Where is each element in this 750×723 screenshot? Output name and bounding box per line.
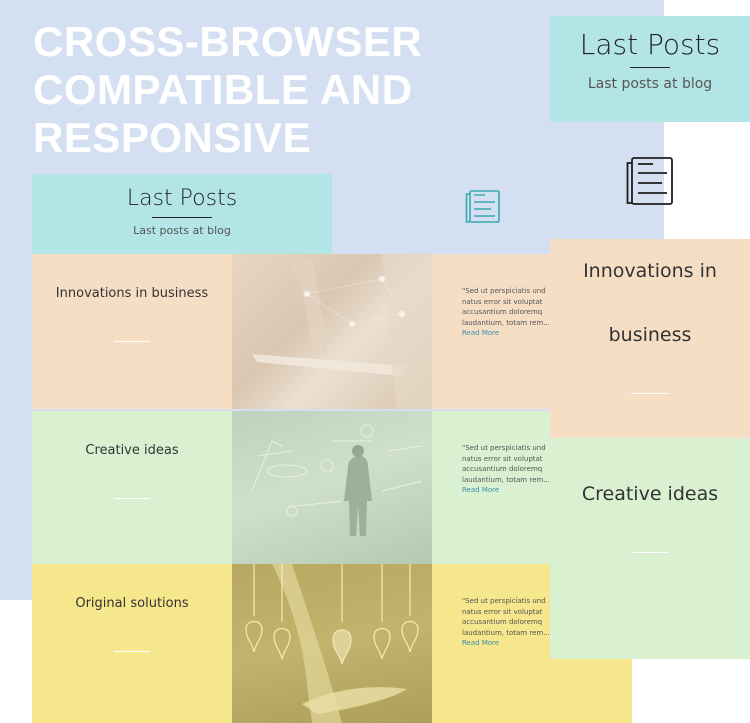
post-row: Creative ideas "Sed ut perspiciatis und …	[32, 411, 632, 566]
post-title-cell: Original solutions	[32, 564, 232, 723]
post-image-hand-tablet[interactable]	[232, 254, 432, 409]
mobile-post-title-line: Innovations in	[583, 260, 717, 282]
hero-line-1: CROSS-BROWSER	[33, 18, 423, 65]
post-excerpt-line: natus error sit voluptat	[462, 607, 543, 616]
post-excerpt-line: laudantium, totam rem...	[462, 318, 550, 327]
post-excerpt-line: "Sed ut perspiciatis und	[462, 597, 546, 605]
mobile-blog-subtitle: Last posts at blog	[587, 76, 713, 92]
hero-title: CROSS-BROWSER COMPATIBLE AND RESPONSIVE	[33, 18, 453, 162]
mobile-post-title: Creative ideas	[581, 483, 719, 505]
mobile-post-card[interactable]: Creative ideas	[550, 438, 750, 659]
post-image-hand-lightbulbs[interactable]	[232, 564, 432, 723]
mobile-blog-header: Last Posts Last posts at blog	[550, 16, 750, 122]
desktop-blog-title: Last Posts	[126, 186, 238, 211]
post-title[interactable]: Original solutions	[32, 596, 232, 611]
post-excerpt-line: "Sed ut perspiciatis und	[462, 287, 546, 295]
post-divider	[114, 498, 150, 499]
mobile-blog-title: Last Posts	[579, 28, 721, 61]
title-divider	[152, 217, 212, 218]
post-excerpt-line: natus error sit voluptat	[462, 297, 543, 306]
hero-line-3: RESPONSIVE	[33, 114, 312, 161]
post-divider	[631, 552, 669, 553]
man-chalkboard-illustration	[251, 424, 423, 536]
newspaper-icon	[626, 157, 673, 205]
post-excerpt-line: "Sed ut perspiciatis und	[462, 444, 546, 452]
post-excerpt-line: natus error sit voluptat	[462, 454, 543, 463]
post-excerpt-line: accusantium doloremq	[462, 618, 543, 626]
post-title[interactable]: Innovations in business	[32, 286, 232, 301]
post-title-cell: Innovations in business	[32, 254, 232, 409]
post-excerpt-line: accusantium doloremq	[462, 308, 543, 316]
lightbulbs-illustration	[245, 564, 419, 723]
hand-tablet-illustration	[252, 254, 432, 409]
mobile-post-title-line: business	[608, 324, 692, 346]
post-divider	[114, 341, 150, 342]
post-excerpt-line: laudantium, totam rem...	[462, 628, 550, 637]
hero-line-2: COMPATIBLE AND	[33, 66, 413, 113]
post-title-cell: Creative ideas	[32, 411, 232, 566]
desktop-blog-subtitle: Last posts at blog	[133, 224, 231, 237]
post-row: Original solutions "Sed ut perspiciatis …	[32, 564, 632, 723]
post-title[interactable]: Creative ideas	[32, 443, 232, 458]
post-excerpt-line: laudantium, totam rem...	[462, 475, 550, 484]
post-row: Innovations in business "Sed ut perspici…	[32, 254, 632, 409]
post-divider	[631, 393, 669, 394]
post-excerpt-line: accusantium doloremq	[462, 465, 543, 473]
title-divider	[630, 67, 670, 68]
mobile-post-card[interactable]: Innovations in business	[550, 239, 750, 438]
newspaper-icon	[465, 190, 500, 223]
post-image-man-chalkboard[interactable]	[232, 411, 432, 566]
desktop-blog-header: Last Posts Last posts at blog	[32, 174, 332, 254]
post-divider	[114, 651, 150, 652]
